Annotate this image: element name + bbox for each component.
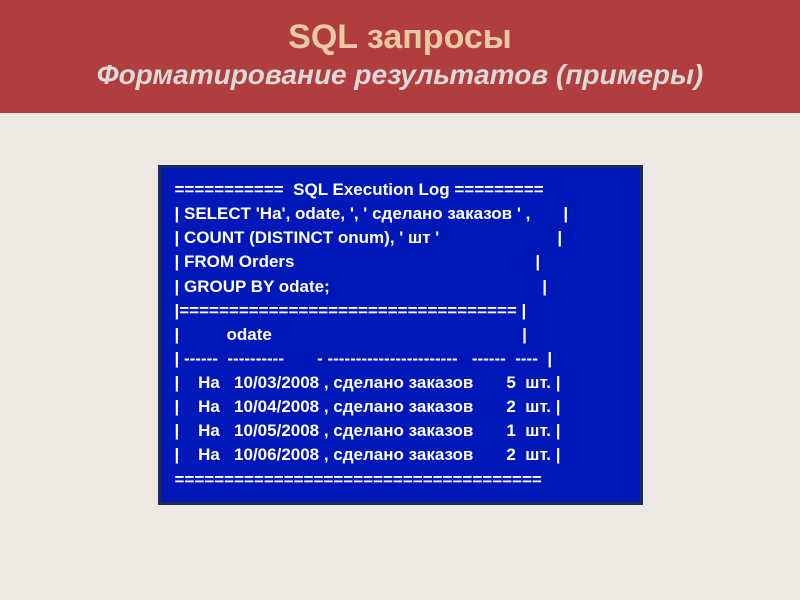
code-line: | SELECT 'На', odate, ', ' сделано заказ… — [175, 202, 630, 226]
code-line: | На 10/03/2008 , сделано заказов 5 шт. … — [175, 371, 630, 395]
code-line: | ------ ---------- - ------------------… — [175, 347, 630, 371]
sql-log-box: =========== SQL Execution Log ========= … — [158, 165, 643, 505]
code-line: | На 10/04/2008 , сделано заказов 2 шт. … — [175, 395, 630, 419]
code-line: | odate | — [175, 323, 630, 347]
slide-title: SQL запросы — [10, 18, 790, 57]
code-line: | FROM Orders | — [175, 250, 630, 274]
code-line: ===================================== — [175, 468, 630, 492]
code-line: | На 10/05/2008 , сделано заказов 1 шт. … — [175, 419, 630, 443]
slide-header: SQL запросы Форматирование результатов (… — [0, 0, 800, 113]
code-line: | GROUP BY odate; | — [175, 275, 630, 299]
slide-subtitle: Форматирование результатов (примеры) — [10, 59, 790, 91]
code-line: | На 10/06/2008 , сделано заказов 2 шт. … — [175, 443, 630, 467]
code-line: =========== SQL Execution Log ========= — [175, 178, 630, 202]
code-line: | COUNT (DISTINCT onum), ' шт ' | — [175, 226, 630, 250]
code-line: |================================== | — [175, 299, 630, 323]
